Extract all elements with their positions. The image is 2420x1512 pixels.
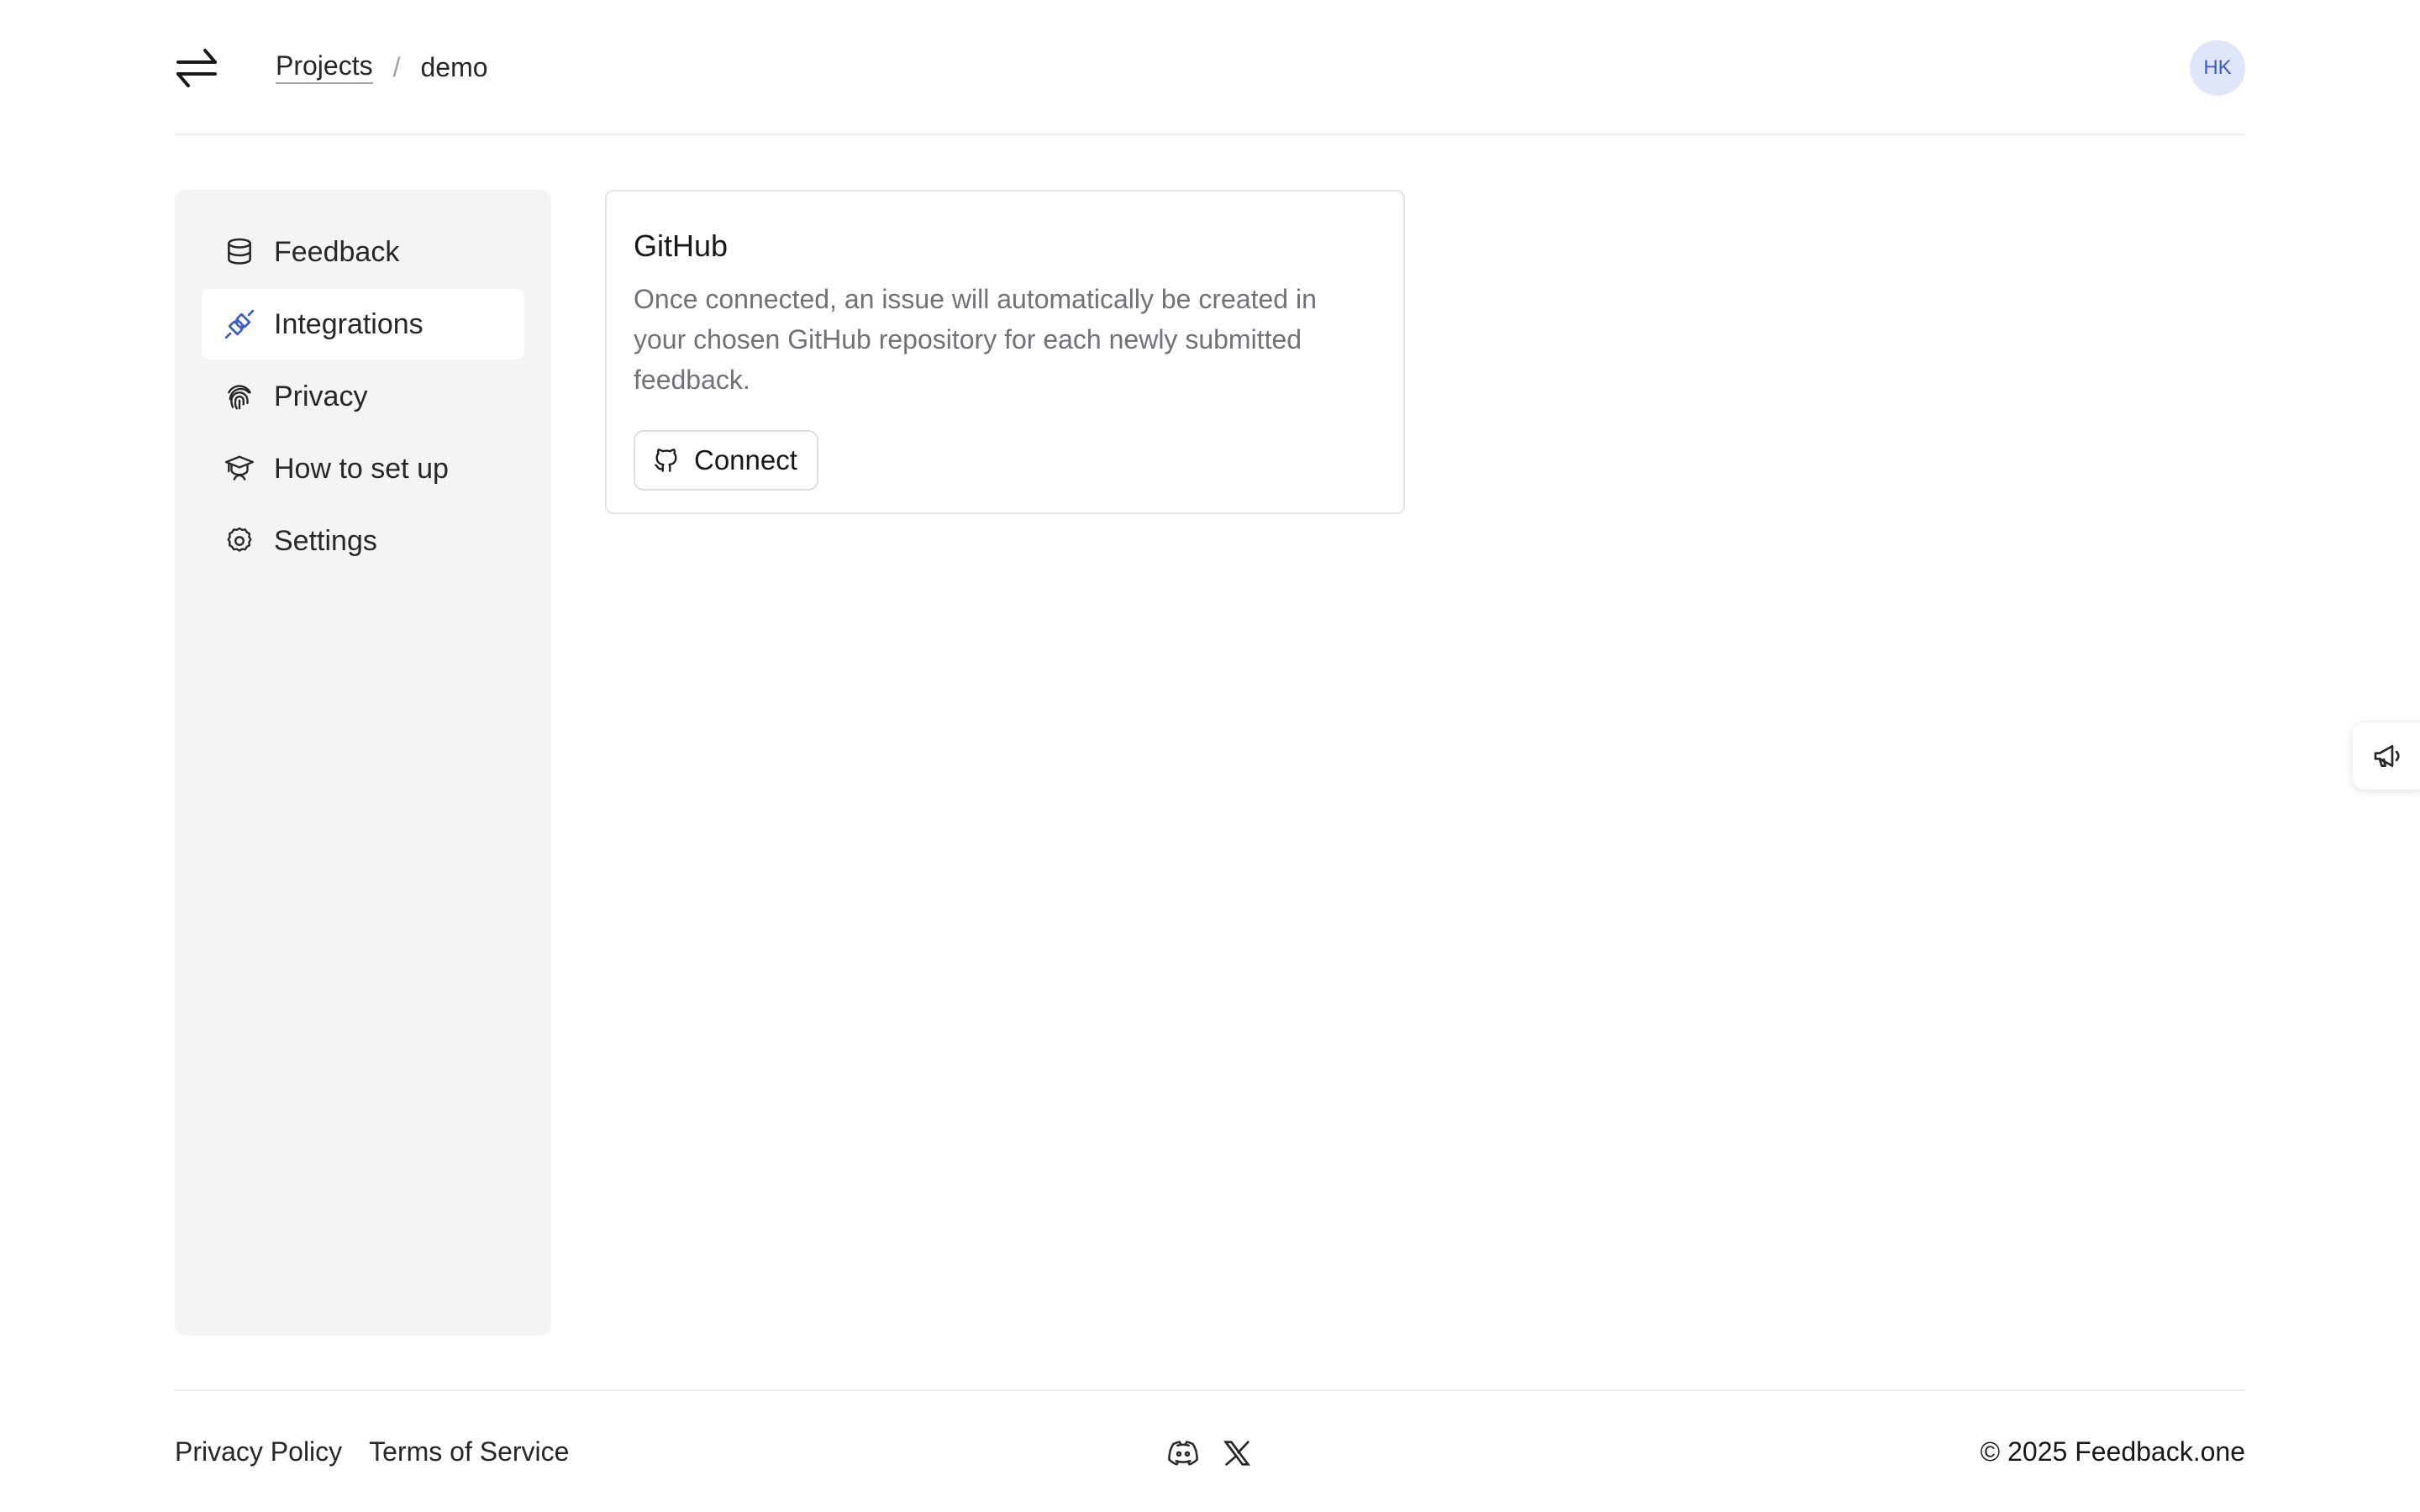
top-header: Projects / demo HK bbox=[175, 0, 2245, 135]
discord-icon[interactable] bbox=[1166, 1436, 1200, 1470]
breadcrumb-current-project: demo bbox=[420, 51, 488, 82]
breadcrumb-projects-link[interactable]: Projects bbox=[276, 50, 373, 84]
gear-icon bbox=[227, 527, 252, 552]
sidebar-item-label: How to set up bbox=[274, 452, 449, 485]
sidebar-item-label: Settings bbox=[274, 524, 377, 557]
feedback-widget-tab[interactable] bbox=[2353, 722, 2420, 790]
sidebar-item-label: Integrations bbox=[274, 307, 424, 340]
user-avatar[interactable]: HK bbox=[2190, 40, 2245, 96]
footer-social-links bbox=[1166, 1436, 1274, 1470]
sidebar-item-settings[interactable]: Settings bbox=[202, 506, 524, 576]
github-icon bbox=[655, 449, 677, 472]
database-icon bbox=[228, 238, 251, 265]
github-integration-card: GitHub Once connected, an issue will aut… bbox=[605, 190, 1405, 514]
sidebar-item-feedback[interactable]: Feedback bbox=[202, 217, 524, 287]
sidebar-item-label: Privacy bbox=[274, 380, 368, 412]
x-icon[interactable] bbox=[1220, 1436, 1254, 1470]
megaphone-icon bbox=[2374, 745, 2400, 767]
copyright-text: © 2025 Feedback.one bbox=[1980, 1436, 2245, 1467]
sidebar-item-how-to-set-up[interactable]: How to set up bbox=[202, 433, 524, 504]
sidebar-item-privacy[interactable]: Privacy bbox=[202, 361, 524, 432]
footer: Privacy Policy Terms of Service © 2025 F… bbox=[175, 1389, 2245, 1512]
arrows-exchange-icon[interactable] bbox=[175, 42, 218, 92]
connect-button[interactable]: Connect bbox=[634, 430, 818, 491]
connect-button-label: Connect bbox=[694, 444, 797, 475]
sidebar-item-label: Feedback bbox=[274, 235, 400, 268]
graduation-cap-icon bbox=[224, 455, 255, 480]
privacy-policy-link[interactable]: Privacy Policy bbox=[175, 1436, 342, 1467]
card-title: GitHub bbox=[634, 228, 729, 263]
footer-links: Privacy Policy Terms of Service bbox=[175, 1436, 596, 1467]
fingerprint-icon bbox=[228, 385, 251, 410]
terms-of-service-link[interactable]: Terms of Service bbox=[369, 1436, 569, 1467]
sidebar: Feedback Integrations Privacy How to set… bbox=[175, 190, 551, 1336]
card-description: Once connected, an issue will automatica… bbox=[634, 284, 1317, 395]
sidebar-item-integrations[interactable]: Integrations bbox=[202, 289, 524, 360]
page: Projects / demo HK Feedback Integrations… bbox=[0, 0, 2420, 1512]
breadcrumb-separator: / bbox=[392, 51, 401, 82]
plug-icon bbox=[224, 309, 255, 339]
breadcrumb: Projects / demo bbox=[276, 49, 488, 86]
